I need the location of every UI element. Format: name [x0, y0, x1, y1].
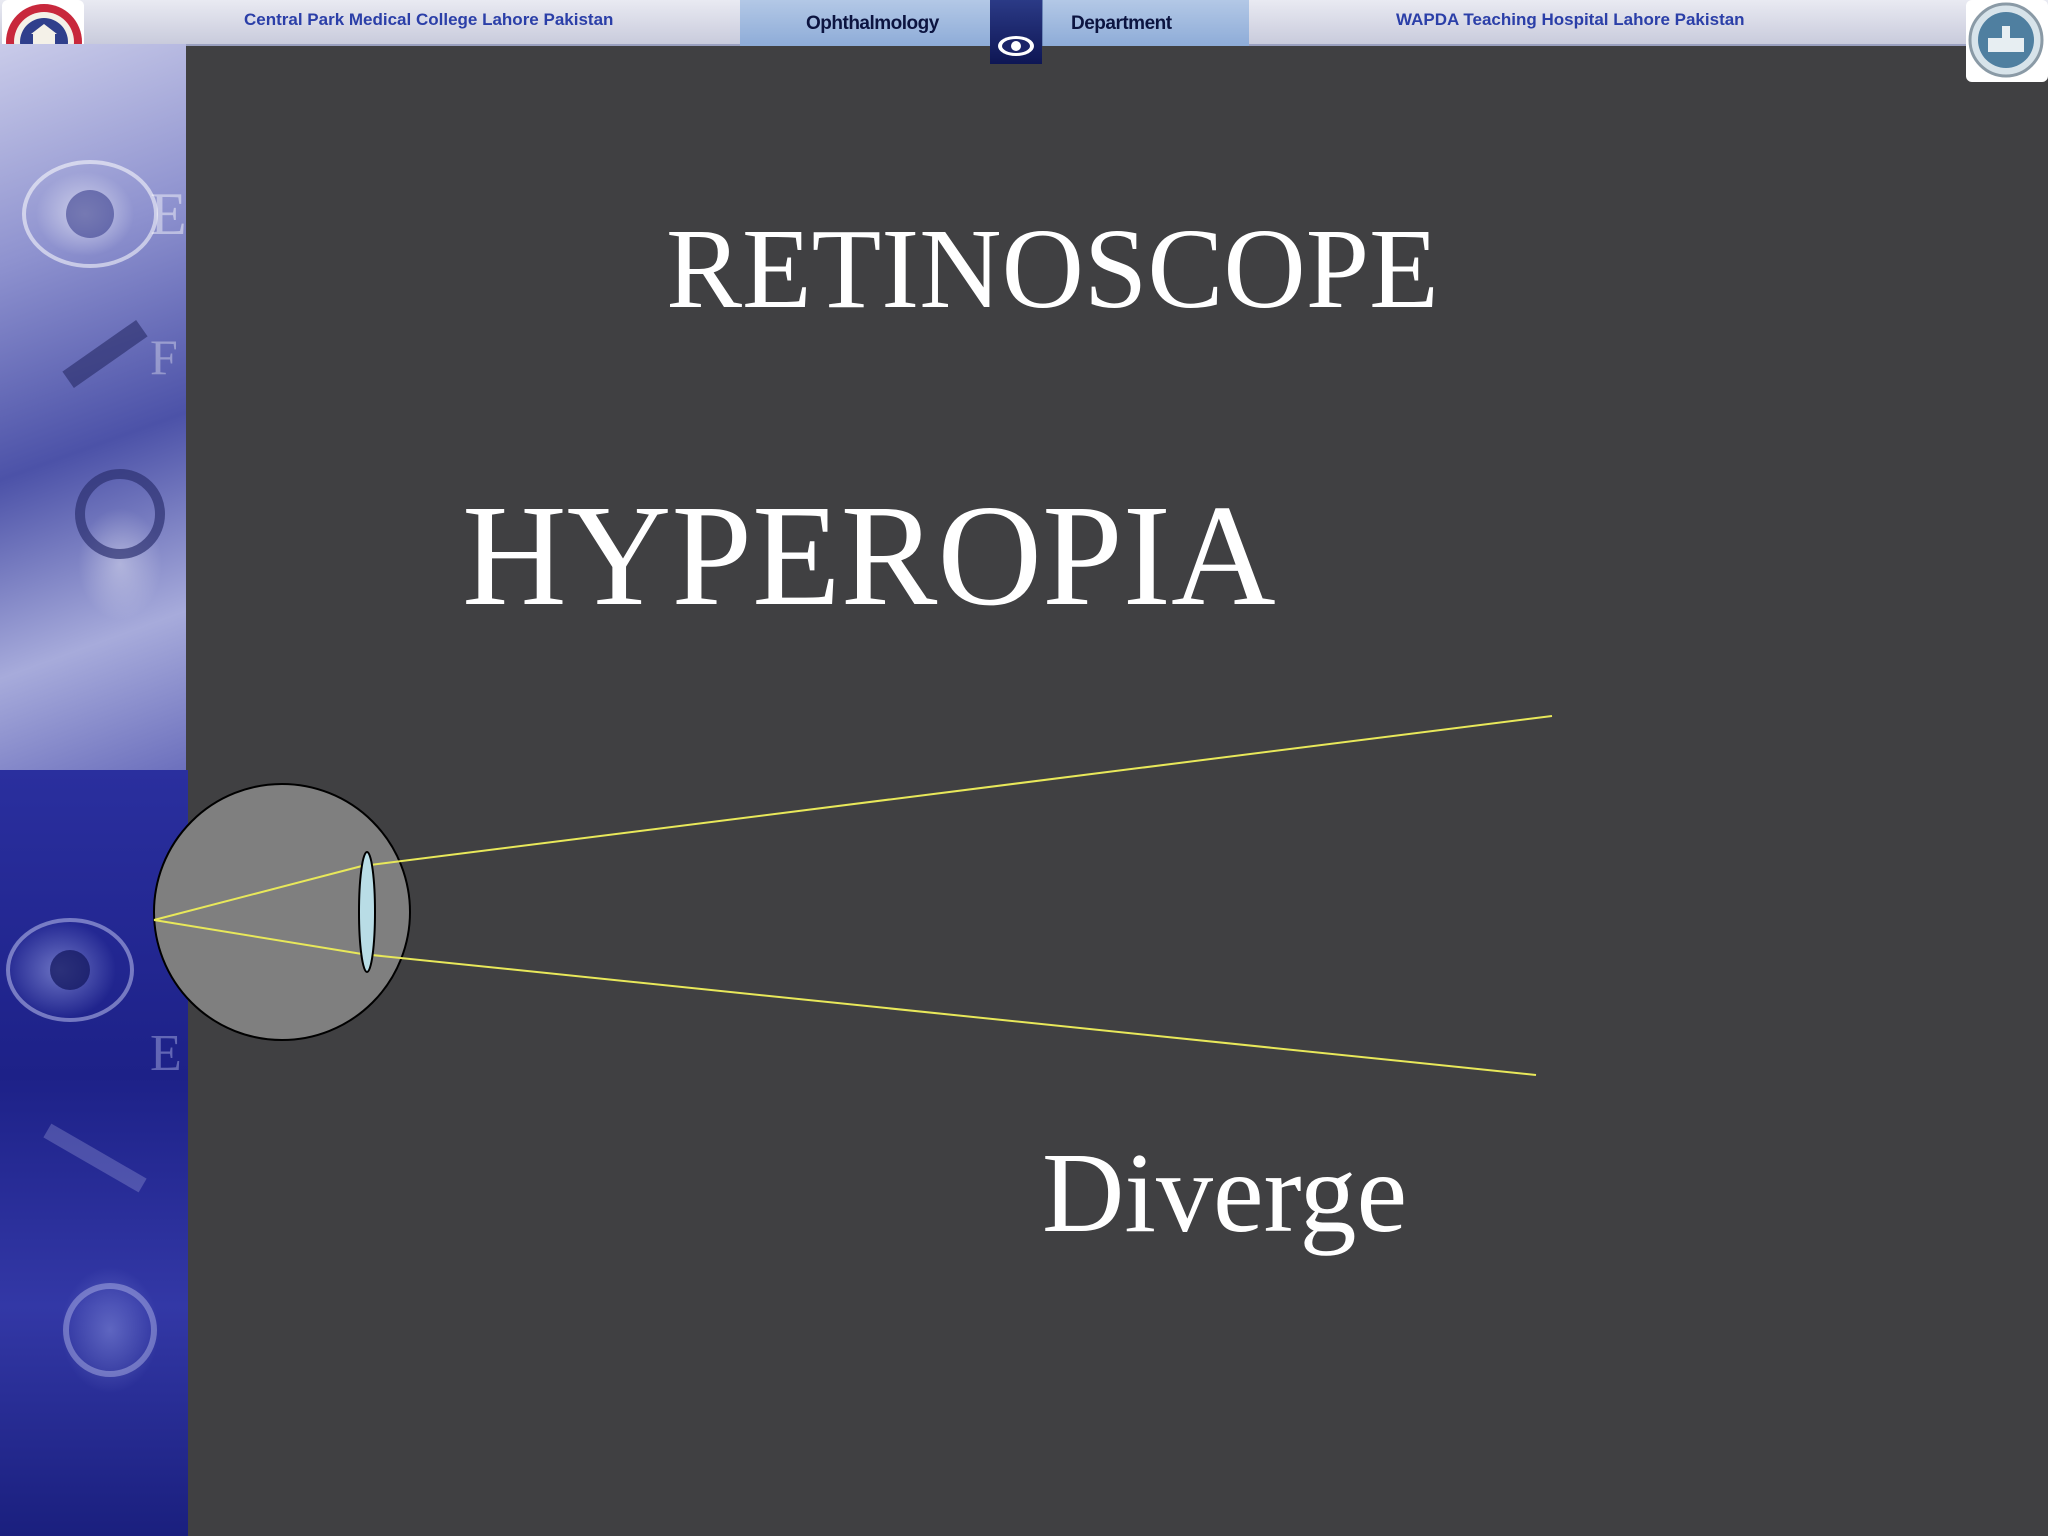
- upper-diverging-ray: [361, 715, 1553, 867]
- slide-title: RETINOSCOPE: [666, 205, 1439, 332]
- lower-diverging-ray: [361, 953, 1537, 1076]
- slide-heading: HYPEROPIA: [462, 476, 1276, 636]
- diverge-label: Diverge: [1042, 1129, 1408, 1256]
- crystalline-lens: [358, 851, 376, 973]
- slide: Central Park Medical College Lahore Paki…: [0, 0, 2048, 1536]
